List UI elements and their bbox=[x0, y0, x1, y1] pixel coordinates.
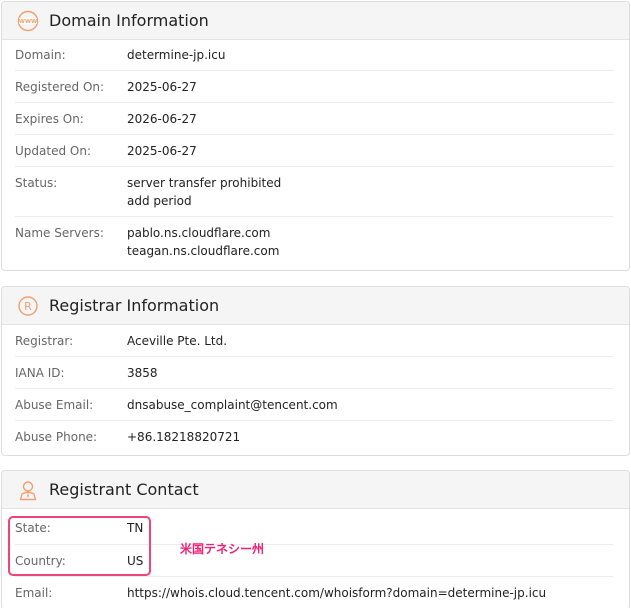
row-label: Updated On: bbox=[15, 144, 91, 158]
row-label: Abuse Phone: bbox=[15, 430, 98, 444]
row-label: Expires On: bbox=[15, 112, 84, 126]
row-value: 3858 bbox=[127, 366, 158, 380]
www-globe-icon: WWW bbox=[16, 9, 40, 33]
row-value: +86.18218820721 bbox=[127, 430, 241, 444]
registrar-information-card: R Registrar Information Registrar: Acevi… bbox=[1, 286, 630, 456]
info-row-abuse-email: Abuse Email: dnsabuse_complaint@tencent.… bbox=[15, 389, 613, 421]
row-label: Email: bbox=[15, 586, 53, 600]
info-row-updated-on: Updated On: 2025-06-27 bbox=[15, 135, 613, 167]
registrar-information-title: Registrar Information bbox=[49, 296, 220, 315]
row-label: Domain: bbox=[15, 48, 66, 62]
status-value-line: add period bbox=[127, 194, 192, 208]
info-row-iana-id: IANA ID: 3858 bbox=[15, 357, 613, 389]
svg-text:R: R bbox=[24, 300, 32, 313]
row-label: Registrar: bbox=[15, 334, 74, 348]
name-server-line: pablo.ns.cloudflare.com bbox=[127, 226, 271, 240]
domain-information-title: Domain Information bbox=[49, 11, 209, 30]
info-row-status: Status: server transfer prohibited add p… bbox=[15, 167, 613, 217]
info-row-registered-on: Registered On: 2025-06-27 bbox=[15, 71, 613, 103]
info-row-registrar: Registrar: Aceville Pte. Ltd. bbox=[15, 325, 613, 357]
row-label: Registered On: bbox=[15, 80, 105, 94]
status-value-line: server transfer prohibited bbox=[127, 176, 282, 190]
registrant-contact-header: Registrant Contact bbox=[2, 471, 629, 509]
info-row-abuse-phone: Abuse Phone: +86.18218820721 bbox=[15, 421, 613, 453]
row-label: Abuse Email: bbox=[15, 398, 94, 412]
row-value: determine-jp.icu bbox=[127, 48, 226, 62]
info-row-email: Email: https://whois.cloud.tencent.com/w… bbox=[15, 577, 613, 608]
domain-information-header: WWW Domain Information bbox=[2, 2, 629, 40]
registrant-contact-body: State: TN Country: US Email: https://who… bbox=[2, 509, 629, 608]
user-contact-icon bbox=[16, 478, 40, 502]
annotation-note: 米国テネシー州 bbox=[180, 542, 265, 556]
registrant-contact-card: Registrant Contact State: TN Country: US… bbox=[1, 470, 630, 608]
registrant-contact-title: Registrant Contact bbox=[49, 480, 199, 499]
info-row-country: Country: US bbox=[15, 545, 613, 577]
row-value: 2025-06-27 bbox=[127, 144, 197, 158]
registrar-information-body: Registrar: Aceville Pte. Ltd. IANA ID: 3… bbox=[2, 325, 629, 453]
row-value: pablo.ns.cloudflare.com teagan.ns.cloudf… bbox=[127, 224, 279, 267]
row-value: Aceville Pte. Ltd. bbox=[127, 334, 228, 348]
domain-information-body: Domain: determine-jp.icu Registered On: … bbox=[2, 40, 629, 267]
row-value: 2025-06-27 bbox=[127, 80, 197, 94]
row-label: Country: bbox=[15, 554, 66, 568]
name-server-line: teagan.ns.cloudflare.com bbox=[127, 244, 280, 258]
row-label: Name Servers: bbox=[15, 226, 104, 240]
row-value: 2026-06-27 bbox=[127, 112, 197, 126]
svg-text:WWW: WWW bbox=[19, 19, 37, 25]
registrar-information-header: R Registrar Information bbox=[2, 287, 629, 325]
info-row-name-servers: Name Servers: pablo.ns.cloudflare.com te… bbox=[15, 217, 613, 267]
row-label: State: bbox=[15, 521, 51, 535]
row-value: TN bbox=[127, 521, 144, 535]
row-value: US bbox=[127, 554, 144, 568]
row-label: Status: bbox=[15, 176, 58, 190]
registered-trademark-icon: R bbox=[16, 294, 40, 318]
row-label: IANA ID: bbox=[15, 366, 65, 380]
domain-information-card: WWW Domain Information Domain: determine… bbox=[1, 1, 630, 271]
info-row-domain: Domain: determine-jp.icu bbox=[15, 40, 613, 71]
row-value: https://whois.cloud.tencent.com/whoisfor… bbox=[127, 586, 547, 600]
row-value: server transfer prohibited add period bbox=[127, 174, 281, 216]
info-row-expires-on: Expires On: 2026-06-27 bbox=[15, 103, 613, 135]
row-value: dnsabuse_complaint@tencent.com bbox=[127, 398, 338, 412]
info-row-state: State: TN bbox=[15, 509, 613, 545]
